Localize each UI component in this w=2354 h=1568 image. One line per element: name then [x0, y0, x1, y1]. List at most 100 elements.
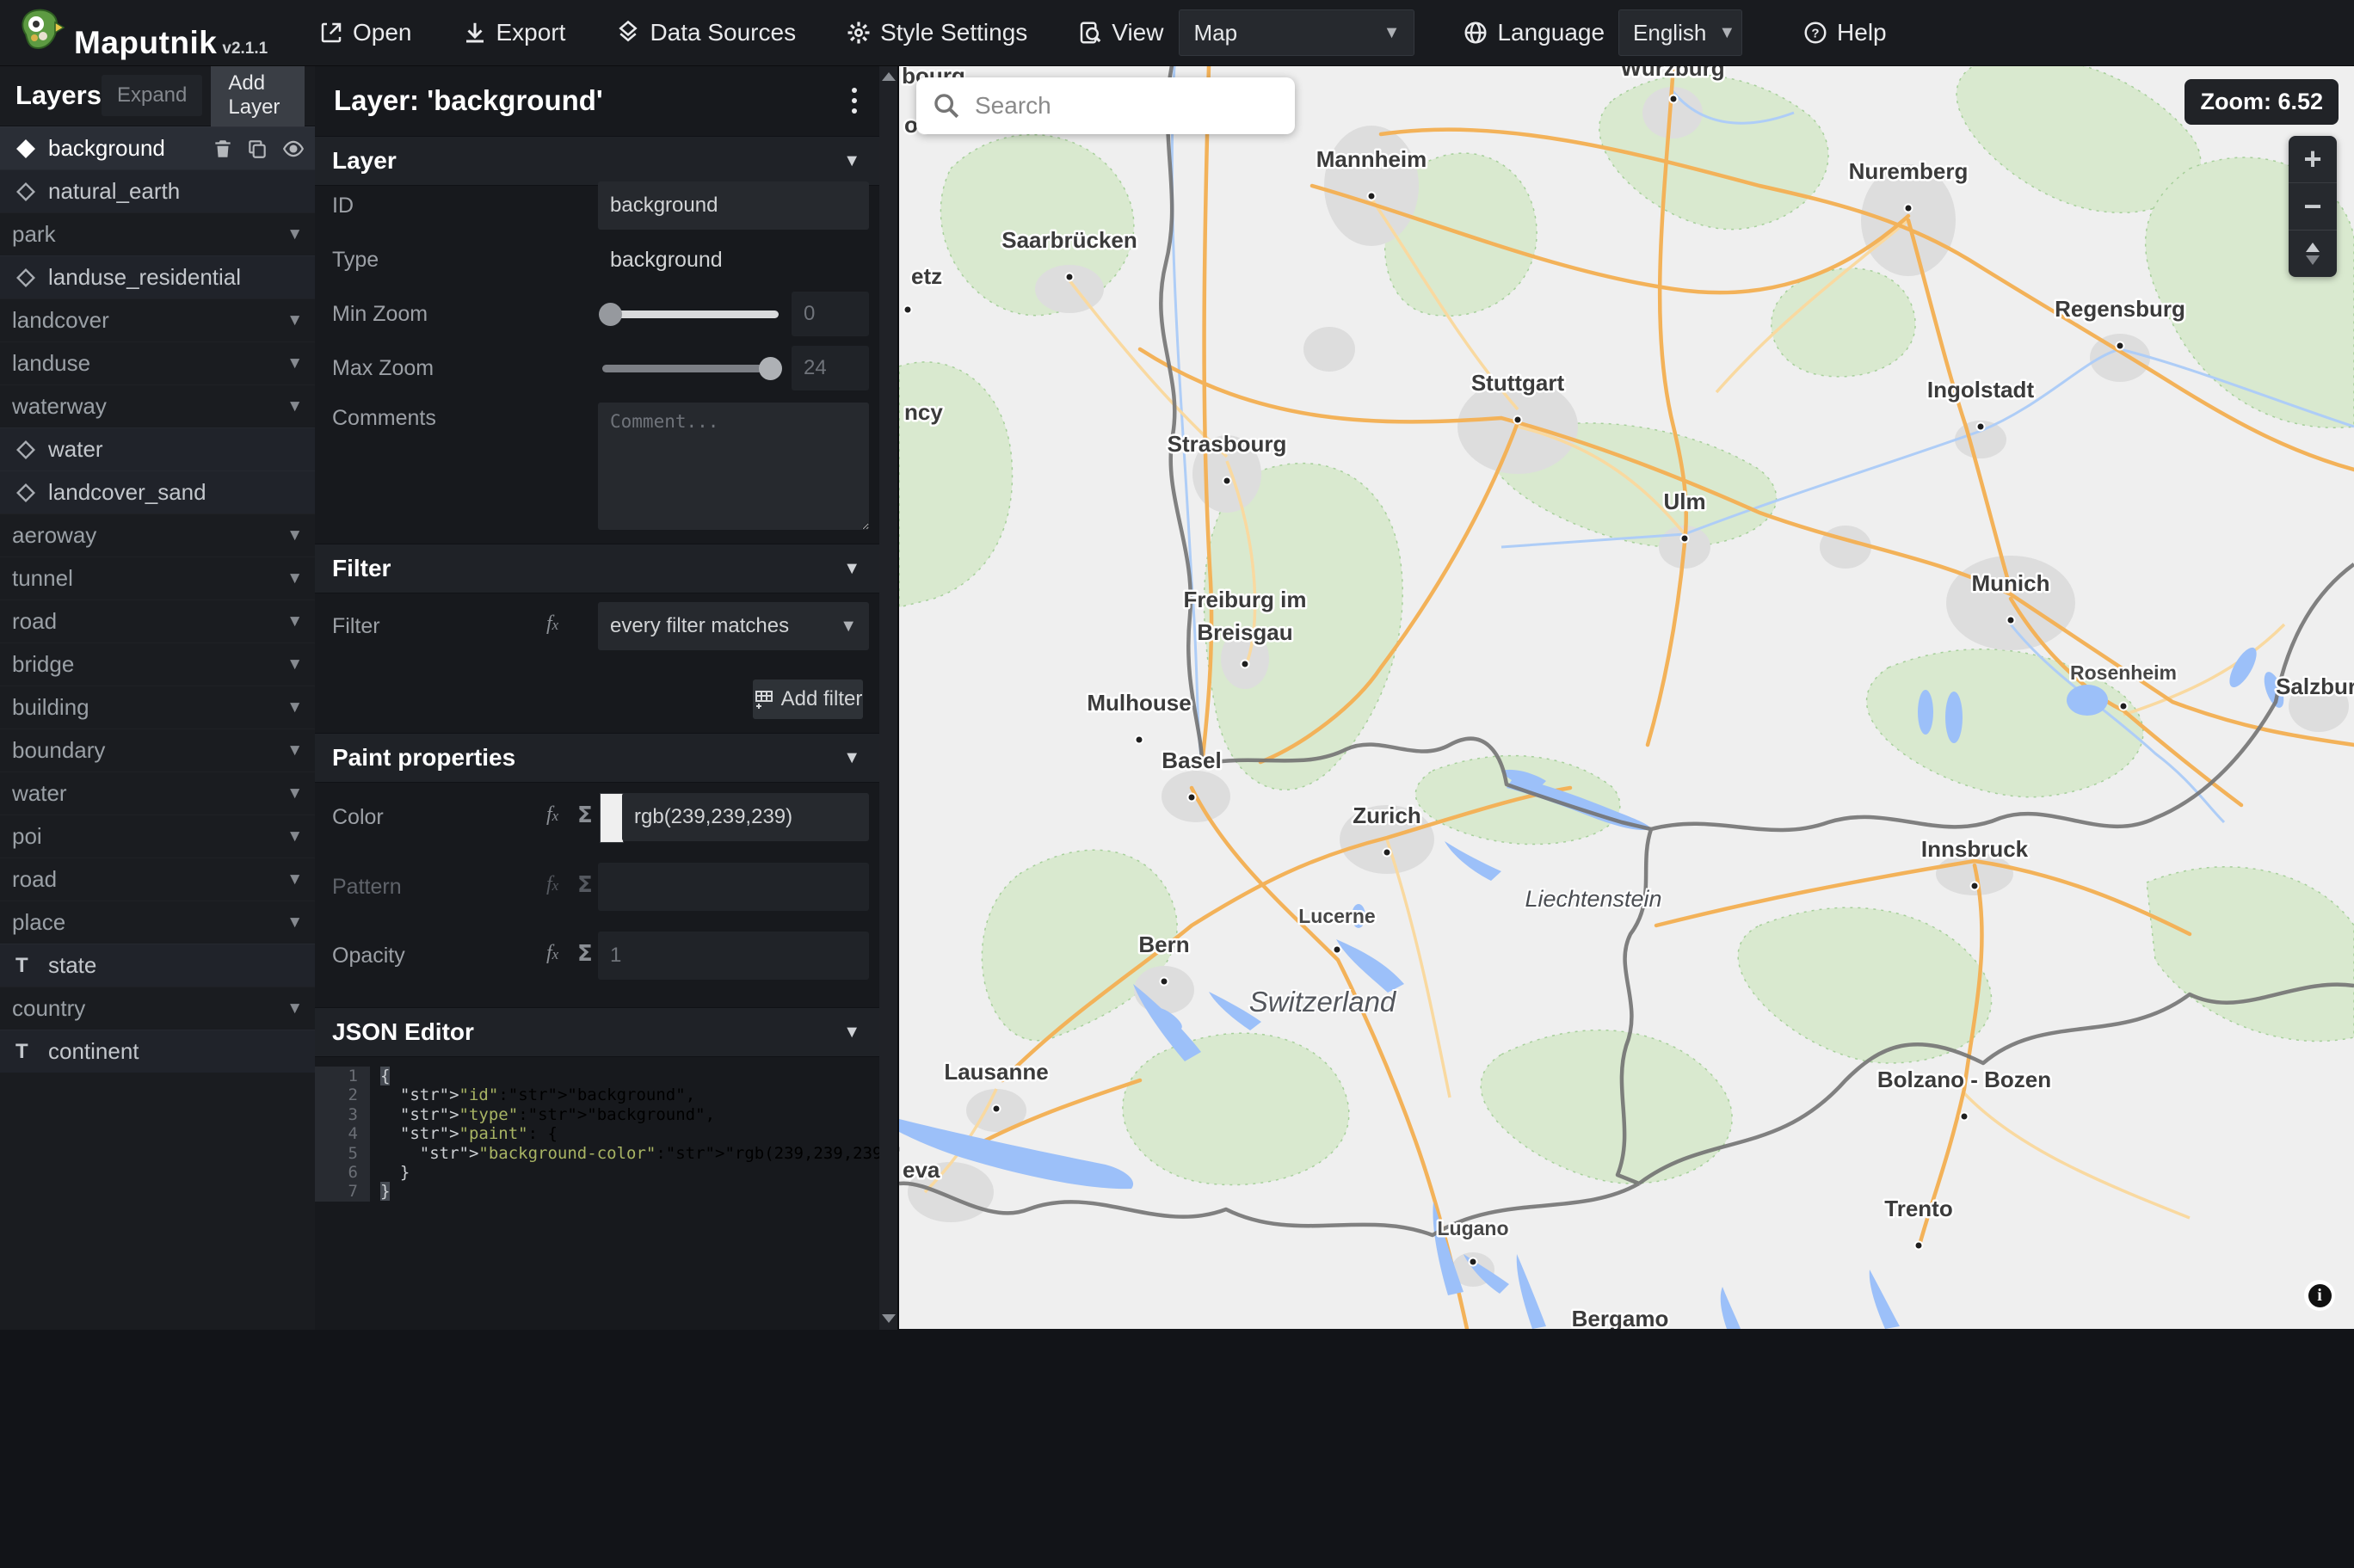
layer-item-road[interactable]: road ▼ [0, 600, 315, 643]
map-label: Mulhouse [1087, 690, 1191, 716]
scroll-down-icon[interactable] [882, 1314, 896, 1323]
fx-icon[interactable]: fx [546, 803, 558, 827]
layer-item-road[interactable]: road ▼ [0, 858, 315, 901]
city-dot [1332, 944, 1342, 955]
layer-item-label: aeroway [12, 522, 97, 548]
map-label: Lucerne [1298, 905, 1375, 927]
max-zoom-field[interactable] [792, 346, 869, 390]
fx-icon[interactable]: fx [546, 942, 558, 965]
chevron-down-icon: ▼ [287, 224, 303, 243]
layer-item-water[interactable]: water [0, 427, 315, 470]
max-zoom-slider[interactable] [602, 357, 782, 380]
layer-item-landuse_residential[interactable]: landuse_residential [0, 255, 315, 298]
map-label: Stuttgart [1471, 370, 1565, 396]
filter-combinator-select[interactable]: every filter matches ▼ [598, 602, 869, 650]
layer-item-place[interactable]: place ▼ [0, 901, 315, 944]
visibility-icon[interactable] [280, 138, 306, 160]
layer-item-continent[interactable]: Tcontinent [0, 1030, 315, 1073]
color-field[interactable] [622, 793, 869, 841]
layer-item-landcover_sand[interactable]: landcover_sand [0, 470, 315, 513]
app-name: Maputnik [74, 24, 218, 60]
zoom-function-icon[interactable]: Σ [577, 802, 593, 828]
section-json-editor[interactable]: JSON Editor ▼ [315, 1007, 879, 1057]
section-paint[interactable]: Paint properties ▼ [315, 733, 879, 783]
kebab-menu-icon[interactable] [852, 88, 857, 114]
menu-open[interactable]: Open [318, 19, 412, 46]
layer-item-aeroway[interactable]: aeroway ▼ [0, 513, 315, 556]
city-dot [991, 1104, 1001, 1114]
section-filter[interactable]: Filter ▼ [315, 544, 879, 593]
delete-icon[interactable] [212, 138, 234, 160]
city-dot [1913, 1240, 1924, 1251]
zoom-in-button[interactable]: + [2289, 136, 2337, 183]
fx-icon[interactable]: fx [546, 612, 558, 636]
text-layer-icon: T [15, 953, 28, 977]
layer-item-landcover[interactable]: landcover ▼ [0, 298, 315, 341]
layer-item-park[interactable]: park ▼ [0, 212, 315, 255]
app-logo: Maputnik v2.1.1 [17, 5, 318, 61]
city-dot [1159, 976, 1169, 987]
layer-item-natural_earth[interactable]: natural_earth [0, 169, 315, 212]
layer-item-building[interactable]: building ▼ [0, 686, 315, 729]
layer-item-label: park [12, 221, 56, 247]
zoom-function-icon[interactable]: Σ [577, 941, 593, 967]
view-select[interactable]: Map ▼ [1179, 9, 1415, 56]
add-filter-button[interactable]: Add filter [753, 679, 863, 719]
min-zoom-slider[interactable] [599, 303, 779, 326]
color-swatch[interactable] [600, 793, 624, 843]
menu-style-settings[interactable]: Style Settings [846, 19, 1027, 46]
layer-item-waterway[interactable]: waterway ▼ [0, 384, 315, 427]
map-label: Lugano [1437, 1217, 1508, 1239]
compass-button[interactable] [2289, 231, 2337, 277]
diamond-icon [14, 180, 40, 204]
layer-item-label: place [12, 909, 66, 935]
zoom-out-button[interactable]: − [2289, 183, 2337, 231]
layer-item-water[interactable]: water ▼ [0, 772, 315, 815]
map-label: Freiburg im [1183, 587, 1306, 612]
comments-field[interactable] [598, 403, 869, 530]
layer-item-boundary[interactable]: boundary ▼ [0, 729, 315, 772]
chevron-down-icon: ▼ [287, 913, 303, 932]
add-layer-button[interactable]: Add Layer [211, 61, 305, 130]
help-menu[interactable]: ? Help [1802, 19, 1887, 46]
layer-item-label: poi [12, 823, 42, 849]
menu-export[interactable]: Export [462, 19, 565, 46]
duplicate-icon[interactable] [246, 138, 268, 160]
city-dot [1668, 94, 1679, 104]
layer-item-landuse[interactable]: landuse ▼ [0, 341, 315, 384]
chevron-down-icon: ▼ [287, 569, 303, 587]
editor-scrollbar[interactable] [879, 65, 897, 1330]
open-icon [318, 20, 344, 46]
pattern-field[interactable] [598, 863, 869, 911]
layer-item-label: waterway [12, 393, 107, 419]
id-field[interactable] [598, 181, 869, 230]
menu-data-sources[interactable]: Data Sources [615, 19, 796, 46]
chevron-down-icon: ▼ [843, 558, 860, 578]
scroll-up-icon[interactable] [882, 72, 896, 81]
layer-item-background[interactable]: background [0, 126, 315, 169]
layer-item-tunnel[interactable]: tunnel ▼ [0, 556, 315, 600]
app-version: v2.1.1 [222, 39, 268, 58]
map-canvas[interactable]: bourgocWürzburgMannheimNurembergSaarbrüc… [899, 65, 2354, 1329]
pattern-label: Pattern [332, 875, 402, 899]
search-input[interactable] [973, 91, 1260, 120]
city-dot [1679, 533, 1690, 544]
expand-button[interactable]: Expand [101, 75, 203, 116]
json-code-line: 2 "str">"id": "str" > "background", [315, 1085, 879, 1105]
layer-item-country[interactable]: country ▼ [0, 987, 315, 1030]
min-zoom-field[interactable] [792, 292, 869, 336]
attribution-info-button[interactable]: i [2304, 1280, 2335, 1311]
city-dot [903, 304, 913, 315]
view-icon [1077, 20, 1103, 46]
layer-item-bridge[interactable]: bridge ▼ [0, 643, 315, 686]
section-layer[interactable]: Layer ▼ [315, 136, 879, 186]
map-label: Basel [1162, 747, 1221, 773]
json-code-line: 7} [315, 1182, 879, 1202]
json-editor-code[interactable]: 1{2 "str">"id": "str" > "background", 3 "st… [315, 1067, 902, 1202]
language-select[interactable]: English ▼ [1618, 9, 1743, 56]
map-search-box[interactable] [916, 77, 1295, 134]
layer-item-state[interactable]: Tstate [0, 944, 315, 987]
layer-editor-title: Layer: 'background' [334, 84, 603, 116]
layer-item-poi[interactable]: poi ▼ [0, 815, 315, 858]
opacity-field[interactable] [598, 932, 869, 980]
